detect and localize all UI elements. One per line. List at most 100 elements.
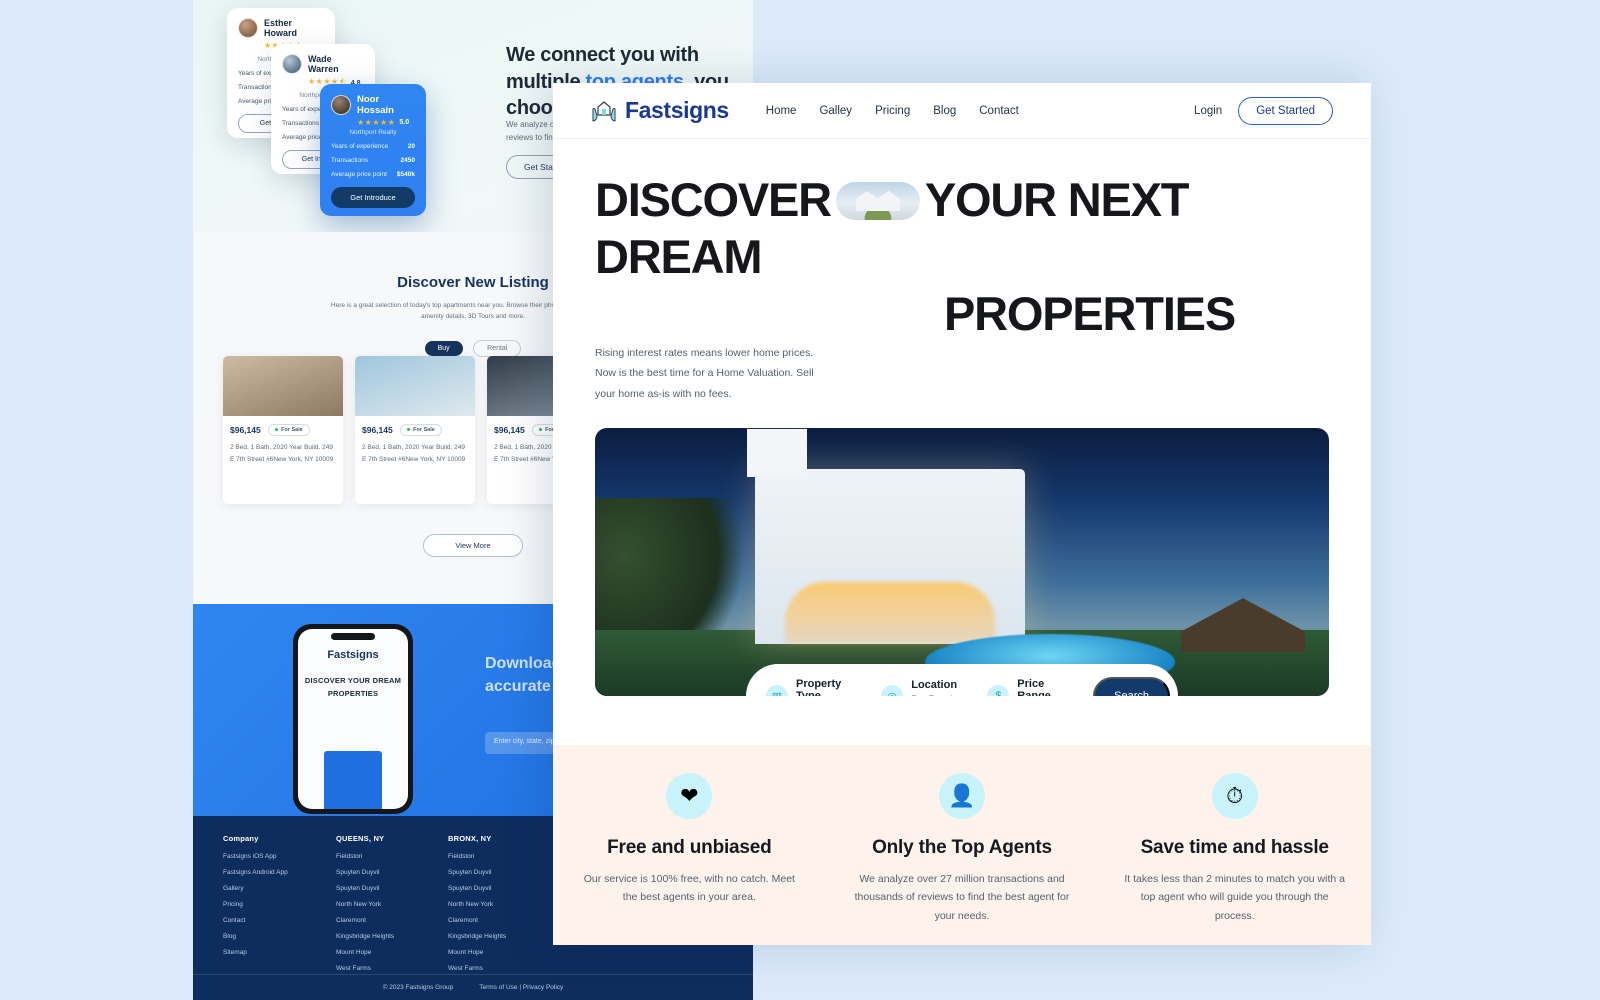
dollar-icon: $	[987, 685, 1010, 697]
screenshot-root: We connect you with multiple top agents,…	[0, 0, 1600, 1000]
listing-price-row: $96,145 For Sale	[223, 416, 343, 436]
nav-item-contact[interactable]: Contact	[979, 105, 1019, 117]
agent-card-featured[interactable]: Noor Hossain ★★★★★ 5.0 Northport Realty …	[320, 84, 426, 216]
clock-icon: ⏱	[1211, 773, 1258, 819]
listing-card[interactable]: $96,145 For Sale 2 Bed, 1 Bath, 2020 Yea…	[223, 356, 343, 504]
footer-link[interactable]: Kingsbridge Heights	[336, 933, 394, 940]
footer-link[interactable]: Gallery	[223, 885, 288, 892]
stat-label: Average price point	[331, 171, 387, 178]
listing-photo	[223, 356, 343, 416]
footer-link[interactable]: Mount Hope	[336, 949, 394, 956]
villa-building	[745, 428, 1025, 645]
footer-link[interactable]: Pricing	[223, 901, 288, 908]
hero-word-discover: DISCOVER	[595, 173, 832, 226]
footer-bottom-bar: © 2023 Fastsigns Group Terms of Use | Pr…	[193, 974, 753, 1000]
property-search-bar: ▥ Property Type Apartment ⌄ ◎ Location S…	[746, 664, 1178, 697]
feature-title: Free and unbiased	[607, 837, 772, 858]
phone-notch	[331, 633, 375, 640]
footer-link[interactable]: Spuyten Duyvil	[336, 885, 394, 892]
search-field-property-type[interactable]: ▥ Property Type Apartment ⌄	[766, 678, 867, 697]
footer-link[interactable]: Mount Hope	[448, 949, 506, 956]
stat-label: Transactions	[331, 157, 368, 164]
footer-link[interactable]: Spuyten Duyvil	[448, 869, 506, 876]
hero-heading: DISCOVER YOUR NEXT DREAM	[595, 172, 1329, 286]
listing-desc: 2 Bed, 1 Bath, 2020 Year Build. 249 E 7t…	[362, 444, 466, 464]
footer-link[interactable]: Fastsigns iOS App	[223, 853, 288, 860]
stat-value: 2450	[400, 157, 415, 164]
hero-heading-line2: PROPERTIES	[944, 286, 1236, 340]
hero-property-photo: ▥ Property Type Apartment ⌄ ◎ Location S…	[595, 428, 1329, 697]
status-badge: For Sale	[400, 424, 442, 436]
agent-firm: Northport Realty	[349, 129, 397, 136]
nav-actions: Login Get Started	[1194, 96, 1333, 125]
nav-item-pricing[interactable]: Pricing	[875, 105, 910, 117]
footer-link[interactable]: West Farms	[336, 965, 394, 972]
search-button[interactable]: Search	[1093, 677, 1170, 697]
copyright-text: © 2023 Fastsigns Group	[382, 984, 454, 991]
footer-link[interactable]: Kingsbridge Heights	[448, 933, 506, 940]
hero-paragraph: Rising interest rates means lower home p…	[595, 346, 814, 400]
tab-buy[interactable]: Buy	[424, 341, 463, 356]
legal-links[interactable]: Terms of Use | Privacy Policy	[479, 984, 563, 991]
search-field-price-range[interactable]: $ Price Range $45000-754500	[987, 678, 1079, 697]
agent-person-icon: 👤	[939, 773, 985, 819]
footer-column-title: Company	[223, 834, 259, 843]
feature-text: We analyze over 27 million transactions …	[854, 873, 1070, 922]
hands-house-icon	[592, 100, 616, 122]
footer-link[interactable]: Fieldston	[336, 853, 394, 860]
tab-rental[interactable]: Rental	[473, 340, 522, 357]
feature-title: Save time and hassle	[1140, 837, 1329, 858]
footer-link[interactable]: Spuyten Duyvil	[336, 869, 394, 876]
footer-link[interactable]: Fastsigns Android App	[223, 869, 288, 876]
footer-link[interactable]: Fieldston	[448, 853, 506, 860]
listing-price-row: $96,145 For Sale	[355, 416, 475, 436]
footer-column-company: Company Fastsigns iOS App Fastsigns Andr…	[223, 834, 288, 965]
footer-link[interactable]: North New York	[448, 901, 506, 908]
phone-brand: Fastsigns	[327, 649, 379, 661]
footer-column-title: BRONX, NY	[448, 834, 492, 843]
listing-desc: 2 Bed, 1 Bath, 2020 Year Build. 249 E 7t…	[230, 444, 334, 464]
price-range-label: Price Range	[1017, 678, 1051, 697]
footer-column-bronx: BRONX, NY Fieldston Spuyten Duyvil Spuyt…	[448, 834, 506, 981]
nav-links: Home Galley Pricing Blog Contact	[766, 105, 1019, 117]
heart-in-hand-icon: ❤	[666, 773, 713, 819]
footer-link[interactable]: Claremont	[448, 917, 506, 924]
login-link[interactable]: Login	[1194, 105, 1222, 117]
location-value: San Francisco	[911, 693, 965, 697]
get-introduce-button[interactable]: Get Introduce	[331, 187, 415, 208]
footer-link[interactable]: Claremont	[336, 917, 394, 924]
footer-link[interactable]: West Farms	[448, 965, 506, 972]
footer-link[interactable]: Contact	[223, 917, 288, 924]
agent-score: 5.0	[399, 119, 410, 126]
nav-item-galley[interactable]: Galley	[819, 105, 852, 117]
stat-label: Transactions	[238, 84, 275, 91]
avatar	[282, 54, 302, 74]
turret-roof	[745, 428, 809, 430]
status-text: For Sale	[281, 427, 303, 433]
feature-text: Our service is 100% free, with no catch.…	[583, 873, 795, 904]
search-field-location[interactable]: ◎ Location San Francisco ⌄	[881, 679, 973, 697]
footer-column-title: QUEENS, NY	[336, 834, 385, 843]
footer-link[interactable]: Sitemap	[223, 949, 288, 956]
bg-heading-line1: We connect you with	[506, 44, 699, 66]
footer-link[interactable]: Blog	[223, 933, 288, 940]
phone-mockup: Fastsigns DISCOVER YOUR DREAM PROPERTIES	[293, 624, 413, 814]
villa-lights	[785, 582, 995, 645]
agent-name: Esther Howard	[264, 18, 298, 38]
view-more-button[interactable]: View More	[423, 534, 523, 557]
avatar	[238, 18, 258, 38]
footer-link[interactable]: North New York	[336, 901, 394, 908]
listing-card[interactable]: $96,145 For Sale 2 Bed, 1 Bath, 2020 Yea…	[355, 356, 475, 504]
avatar	[331, 95, 351, 115]
property-type-label: Property Type	[796, 677, 842, 697]
location-label: Location	[911, 678, 958, 691]
map-pin-icon: ◎	[881, 685, 904, 697]
feature-card: 👤 Only the Top Agents We analyze over 27…	[826, 773, 1099, 945]
footer-link[interactable]: Spuyten Duyvil	[448, 885, 506, 892]
brand-logo[interactable]: Fastsigns	[591, 97, 729, 124]
status-text: For Sale	[413, 427, 435, 433]
nav-item-blog[interactable]: Blog	[933, 105, 956, 117]
feature-card: ❤ Free and unbiased Our service is 100% …	[553, 773, 826, 945]
nav-item-home[interactable]: Home	[766, 105, 797, 117]
get-started-button[interactable]: Get Started	[1238, 96, 1333, 125]
